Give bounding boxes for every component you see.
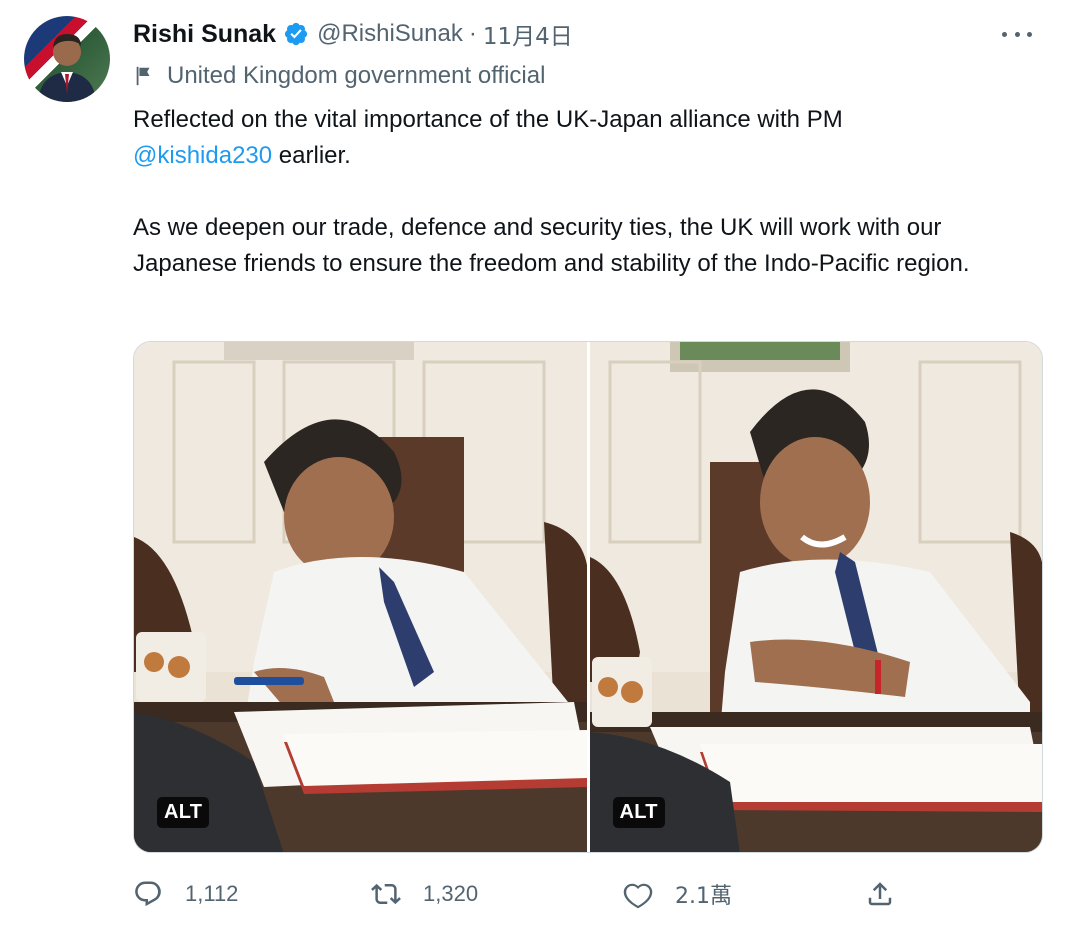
tweet-text-line1-end: earlier. bbox=[272, 142, 351, 169]
reply-button[interactable]: 1,112 bbox=[133, 872, 238, 916]
author-name[interactable]: Rishi Sunak bbox=[133, 20, 276, 49]
heart-icon bbox=[623, 883, 653, 909]
reply-count: 1,112 bbox=[185, 881, 239, 906]
media-grid: ALT ALT bbox=[133, 341, 1043, 853]
author-handle[interactable]: @RishiSunak bbox=[317, 20, 463, 48]
alt-badge[interactable]: ALT bbox=[612, 797, 665, 828]
photo-2[interactable]: ALT bbox=[589, 342, 1042, 852]
alt-badge[interactable]: ALT bbox=[157, 797, 210, 828]
label-text: United Kingdom government official bbox=[167, 62, 546, 89]
separator-dot: · bbox=[468, 20, 477, 47]
reply-icon bbox=[135, 881, 161, 907]
share-button[interactable] bbox=[865, 872, 917, 916]
share-icon bbox=[868, 882, 892, 906]
retweet-count: 1,320 bbox=[423, 881, 479, 906]
tweet-actions: 1,112 1,320 2.1萬 bbox=[133, 872, 893, 916]
government-label: United Kingdom government official bbox=[133, 60, 545, 92]
like-count: 2.1萬 bbox=[675, 884, 732, 909]
tweet-date[interactable]: 11月4日 bbox=[483, 17, 573, 51]
tweet-paragraph-2: As we deepen our trade, defence and secu… bbox=[133, 214, 970, 277]
tweet-card[interactable]: Rishi Sunak @RishiSunak · 11月4日 United K… bbox=[0, 0, 1066, 926]
verified-badge-icon bbox=[284, 22, 308, 46]
retweet-icon bbox=[371, 883, 401, 905]
tweet-header: Rishi Sunak @RishiSunak · 11月4日 bbox=[133, 17, 573, 51]
tweet-text-line1: Reflected on the vital importance of the… bbox=[133, 106, 843, 133]
mention-link[interactable]: @kishida230 bbox=[133, 142, 272, 169]
avatar[interactable] bbox=[24, 16, 110, 102]
retweet-button[interactable]: 1,320 bbox=[371, 872, 478, 916]
tweet-paragraph-1: Reflected on the vital importance of the… bbox=[133, 102, 1048, 174]
flag-icon bbox=[136, 66, 150, 86]
tweet-text: Reflected on the vital importance of the… bbox=[133, 102, 1048, 282]
photo-1[interactable]: ALT bbox=[134, 342, 587, 852]
more-options-icon[interactable] bbox=[1002, 22, 1032, 46]
like-button[interactable]: 2.1萬 bbox=[623, 872, 732, 916]
